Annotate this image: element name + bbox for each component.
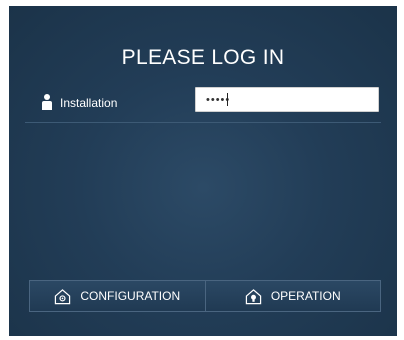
operation-label: OPERATION xyxy=(270,289,341,303)
user-label: Installation xyxy=(60,96,118,110)
password-input[interactable] xyxy=(195,87,379,112)
login-title: PLEASE LOG IN xyxy=(121,46,285,69)
login-panel: PLEASE LOG IN Installation CONFIGURATION… xyxy=(9,6,397,336)
mode-button-bar: CONFIGURATION OPERATION xyxy=(29,280,381,312)
house-bulb-icon xyxy=(245,288,262,304)
operation-button[interactable]: OPERATION xyxy=(204,281,381,311)
user-row: Installation xyxy=(25,84,381,123)
configuration-label: CONFIGURATION xyxy=(80,289,181,303)
text-caret xyxy=(227,93,228,106)
user-icon xyxy=(42,94,52,110)
house-gear-icon xyxy=(55,288,71,304)
configuration-button[interactable]: CONFIGURATION xyxy=(30,281,205,311)
